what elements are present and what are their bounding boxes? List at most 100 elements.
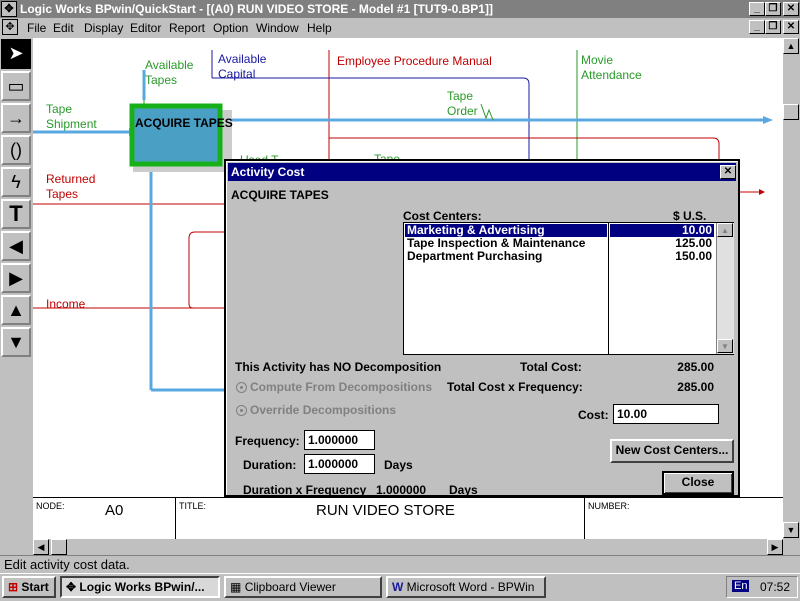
doc-minimize-button[interactable]: _ — [749, 20, 765, 34]
list-item[interactable]: Marketing & Advertising — [407, 223, 545, 237]
label-movie-attendance: Movie Attendance — [581, 53, 642, 82]
task-clipboard[interactable]: ▦ Clipboard Viewer — [224, 576, 382, 598]
number-label: NUMBER: — [588, 501, 630, 511]
list-item-value[interactable]: 150.00 — [610, 249, 712, 263]
language-indicator[interactable]: En — [732, 580, 750, 592]
arrow-tool[interactable]: → — [1, 103, 31, 133]
status-text: Edit activity cost data. — [4, 557, 130, 572]
doc-restore-button[interactable]: ❐ — [765, 20, 781, 34]
total-freq-label: Total Cost x Frequency: — [447, 380, 583, 394]
title-cell: TITLE: RUN VIDEO STORE — [176, 498, 585, 540]
squiggle-tool-icon: ϟ — [11, 172, 21, 192]
activity-cost-dialog: Activity Cost ✕ ACQUIRE TAPES Cost Cente… — [224, 159, 740, 497]
radio-override[interactable] — [236, 405, 247, 416]
close-window-button[interactable]: ✕ — [783, 2, 799, 16]
system-tray: En 07:52 — [726, 576, 798, 598]
task-word-label: Microsoft Word - BPWin — [406, 580, 535, 594]
tunnel-tool-icon: () — [10, 140, 22, 160]
dialog-title: Activity Cost — [231, 165, 305, 179]
list-scrollbar[interactable]: ▲ ▼ — [716, 223, 734, 354]
radio-compute[interactable] — [236, 382, 247, 393]
right-triangle-tool[interactable]: ▶ — [1, 263, 31, 293]
up-triangle-tool[interactable]: ▲ — [1, 295, 31, 325]
restore-button[interactable]: ❐ — [765, 2, 781, 16]
left-triangle-icon: ◀ — [9, 236, 23, 256]
list-item-value[interactable]: 125.00 — [610, 236, 712, 250]
title-label: TITLE: — [179, 501, 207, 511]
close-button[interactable]: Close — [662, 471, 734, 495]
list-item[interactable]: Department Purchasing — [407, 249, 542, 263]
menu-display[interactable]: Display — [84, 21, 123, 35]
word-icon: W — [392, 580, 404, 594]
list-divider — [608, 223, 609, 354]
cost-input[interactable]: 10.00 — [613, 404, 719, 424]
horizontal-scrollbar[interactable]: ◀ ▶ — [33, 539, 783, 555]
text-tool-icon: T — [9, 201, 23, 226]
new-cost-centers-button[interactable]: New Cost Centers... — [610, 439, 734, 463]
arrow-tool-icon: → — [7, 108, 25, 128]
label-tape-order: Tape Order — [447, 89, 478, 118]
menu-bar: ✥ File Edit Display Editor Report Option… — [0, 18, 800, 37]
doc-close-button[interactable]: ✕ — [783, 20, 799, 34]
list-item-value[interactable]: 10.00 — [610, 223, 712, 237]
label-tape-shipment: Tape Shipment — [46, 102, 97, 131]
down-triangle-tool[interactable]: ▼ — [1, 327, 31, 357]
left-triangle-tool[interactable]: ◀ — [1, 231, 31, 261]
radio-override-label[interactable]: Override Decompositions — [250, 403, 396, 417]
clipboard-icon: ▦ — [230, 580, 242, 594]
scroll-left-button[interactable]: ◀ — [33, 539, 49, 555]
menu-option[interactable]: Option — [213, 21, 248, 35]
duration-input[interactable]: 1.000000 — [304, 454, 375, 474]
cost-centers-list[interactable]: Marketing & Advertising 10.00 Tape Inspe… — [403, 222, 734, 355]
scroll-up-button[interactable]: ▲ — [783, 38, 799, 54]
menu-editor[interactable]: Editor — [130, 21, 161, 35]
label-employee-manual: Employee Procedure Manual — [337, 54, 492, 68]
currency-header: $ U.S. — [673, 209, 707, 223]
app-icon[interactable]: ✥ — [1, 1, 17, 17]
scroll-right-button[interactable]: ▶ — [767, 539, 783, 555]
task-bpwin[interactable]: ✥ Logic Works BPwin/... — [60, 576, 220, 598]
menu-edit[interactable]: Edit — [53, 21, 74, 35]
vertical-scrollbar[interactable]: ▲ ▼ — [783, 38, 800, 540]
minimize-button[interactable]: _ — [749, 2, 765, 16]
pointer-tool[interactable]: ➤ — [1, 39, 31, 69]
down-triangle-icon: ▼ — [7, 332, 25, 352]
frequency-label: Frequency: — [235, 434, 300, 448]
list-scroll-down-button[interactable]: ▼ — [717, 339, 733, 353]
total-cost-label: Total Cost: — [520, 360, 582, 374]
decomposition-note: This Activity has NO Decomposition — [235, 360, 442, 374]
list-item[interactable]: Tape Inspection & Maintenance — [407, 236, 585, 250]
activity-box-label[interactable]: ACQUIRE TAPES — [135, 116, 233, 130]
menu-window[interactable]: Window — [256, 21, 299, 35]
clock: 07:52 — [760, 580, 791, 594]
tunnel-tool[interactable]: () — [1, 135, 31, 165]
duration-label: Duration: — [243, 458, 297, 472]
app-title: Logic Works BPwin/QuickStart - [(A0) RUN… — [20, 2, 493, 16]
menu-file[interactable]: File — [27, 21, 46, 35]
radio-compute-label[interactable]: Compute From Decompositions — [250, 380, 432, 394]
dxf-label: Duration x Frequency — [243, 483, 367, 497]
node-value: A0 — [105, 502, 124, 519]
dialog-close-icon[interactable]: ✕ — [720, 165, 736, 179]
menu-help[interactable]: Help — [307, 21, 332, 35]
total-cost-value: 285.00 — [677, 360, 714, 374]
box-tool[interactable]: ▭ — [1, 71, 31, 101]
start-button[interactable]: ⊞ Start — [2, 576, 56, 598]
squiggle-tool[interactable]: ϟ — [1, 167, 31, 197]
menu-report[interactable]: Report — [169, 21, 205, 35]
label-available-tapes: Available Tapes — [145, 58, 194, 87]
label-available-capital: Available Capital — [218, 52, 267, 81]
node-cell: NODE: A0 — [33, 498, 176, 540]
number-cell: NUMBER: — [585, 498, 783, 540]
frequency-input[interactable]: 1.000000 — [304, 430, 375, 450]
list-scroll-up-button[interactable]: ▲ — [717, 223, 733, 237]
task-word[interactable]: W Microsoft Word - BPWin — [386, 576, 546, 598]
document-icon[interactable]: ✥ — [2, 19, 18, 35]
vertical-scroll-thumb[interactable] — [783, 104, 799, 120]
horizontal-scroll-thumb[interactable] — [51, 539, 67, 555]
start-label: Start — [21, 580, 49, 594]
text-tool[interactable]: T — [1, 199, 31, 229]
scroll-down-button[interactable]: ▼ — [783, 522, 799, 538]
up-triangle-icon: ▲ — [7, 300, 25, 320]
right-triangle-icon: ▶ — [9, 268, 23, 288]
